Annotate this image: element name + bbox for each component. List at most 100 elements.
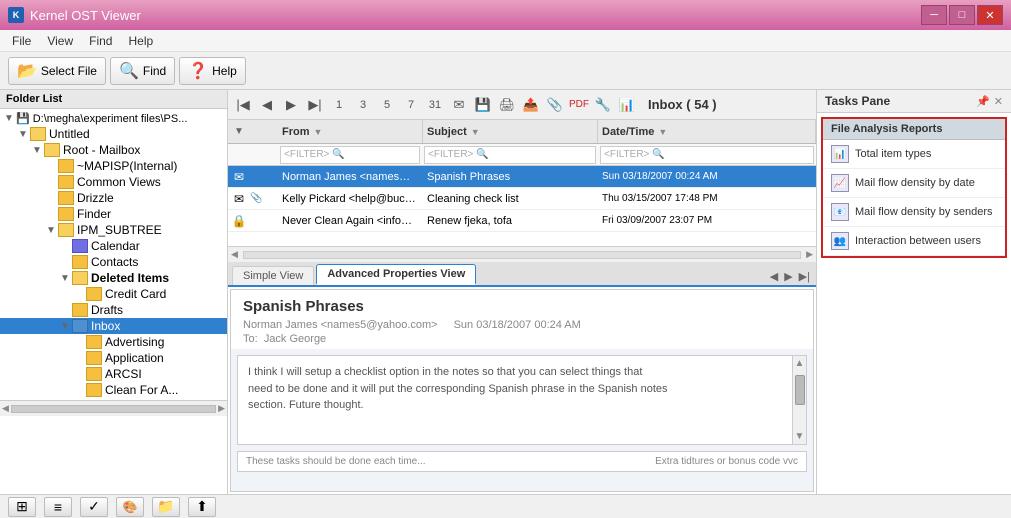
icon-btn-1[interactable]: 1 xyxy=(328,94,350,116)
folder-hscroll[interactable]: ◀ ▶ xyxy=(0,400,227,416)
icon-btn-3[interactable]: 5 xyxy=(376,94,398,116)
status-btn-4[interactable]: 🎨 xyxy=(116,497,144,517)
export-icon[interactable]: 📤 xyxy=(520,94,542,116)
tasks-item-density-senders[interactable]: 📧 Mail flow density by senders xyxy=(823,198,1005,227)
tree-item-clean-for[interactable]: Clean For A... xyxy=(0,382,227,398)
filter-subject-text: <FILTER> xyxy=(428,149,473,160)
tree-item-common-views[interactable]: Common Views xyxy=(0,174,227,190)
status-btn-1[interactable]: ⊞ xyxy=(8,497,36,517)
tree-item-mapi[interactable]: ~MAPISP(Internal) xyxy=(0,158,227,174)
status-btn-3[interactable]: ✓ xyxy=(80,497,108,517)
tree-item-root-mailbox[interactable]: ▼ Root - Mailbox xyxy=(0,142,227,158)
hscroll-bar[interactable] xyxy=(243,251,801,259)
preview-scroll-up-btn[interactable]: ▲ xyxy=(793,356,807,371)
tree-item-calendar[interactable]: Calendar xyxy=(0,238,227,254)
print-icon[interactable]: 🖨 xyxy=(496,94,518,116)
tasks-close-btn[interactable]: ✕ xyxy=(994,95,1003,108)
tasks-pin-btn[interactable]: 📌 xyxy=(976,95,990,108)
filter-from-input[interactable]: <FILTER> 🔍 xyxy=(280,146,420,164)
filter-subject-input[interactable]: <FILTER> 🔍 xyxy=(424,146,596,164)
tasks-item-interaction[interactable]: 👥 Interaction between users xyxy=(823,227,1005,256)
col-header-from[interactable]: From ▼ xyxy=(278,120,423,143)
tree-item-credit-card[interactable]: Credit Card xyxy=(0,286,227,302)
tree-item-drafts[interactable]: Drafts xyxy=(0,302,227,318)
tree-item-arcsi[interactable]: ARCSI xyxy=(0,366,227,382)
icon-btn-2[interactable]: 3 xyxy=(352,94,374,116)
filter-row: <FILTER> 🔍 <FILTER> 🔍 <FILTER> 🔍 xyxy=(228,144,816,166)
hscroll-left[interactable]: ◀ xyxy=(228,249,241,260)
find-label: Find xyxy=(143,64,166,78)
column-headers: ▼ From ▼ Subject ▼ Date/Time ▼ xyxy=(228,120,816,144)
nav-prev-btn[interactable]: ◀ xyxy=(256,94,278,116)
expander-root: ▼ xyxy=(30,145,44,156)
maximize-button[interactable]: □ xyxy=(949,5,975,25)
hscroll-right[interactable]: ▶ xyxy=(803,249,816,260)
attach-icon[interactable]: 📎 xyxy=(544,94,566,116)
email-row[interactable]: 🔒 Never Clean Again <info@n... Renew fje… xyxy=(228,210,816,232)
pdf-icon[interactable]: PDF xyxy=(568,94,590,116)
tab-nav-next[interactable]: ▶ xyxy=(782,268,794,285)
folder-icon-root xyxy=(44,143,60,157)
col-subject-dropdown[interactable]: ▼ xyxy=(471,127,480,137)
stats-icon[interactable]: 📊 xyxy=(616,94,638,116)
status-btn-6[interactable]: ⬆ xyxy=(188,497,216,517)
tree-item-untitled[interactable]: ▼ Untitled xyxy=(0,126,227,142)
nav-first-btn[interactable]: |◀ xyxy=(232,94,254,116)
menu-find[interactable]: Find xyxy=(81,32,120,50)
tree-item-finder[interactable]: Finder xyxy=(0,206,227,222)
open-email-icon[interactable]: ✉ xyxy=(448,94,470,116)
tree-item-application[interactable]: Application xyxy=(0,350,227,366)
preview-scroll-down-btn[interactable]: ▼ xyxy=(793,429,807,444)
icon-btn-5[interactable]: 31 xyxy=(424,94,446,116)
nav-last-btn[interactable]: ▶| xyxy=(304,94,326,116)
filter-subject-icon[interactable]: 🔍 xyxy=(476,149,488,160)
filter-from-icon[interactable]: 🔍 xyxy=(332,149,344,160)
scroll-right-btn[interactable]: ▶ xyxy=(218,403,225,414)
tree-item-inbox[interactable]: ▼ Inbox xyxy=(0,318,227,334)
icon-btn-4[interactable]: 7 xyxy=(400,94,422,116)
tab-nav-end[interactable]: ▶| xyxy=(797,268,812,285)
tree-item-contacts[interactable]: Contacts xyxy=(0,254,227,270)
save-icon[interactable]: 💾 xyxy=(472,94,494,116)
tab-advanced-properties[interactable]: Advanced Properties View xyxy=(316,264,476,285)
menu-file[interactable]: File xyxy=(4,32,39,50)
tasks-item-density-date[interactable]: 📈 Mail flow density by date xyxy=(823,169,1005,198)
preview-scrollbar[interactable]: ▲ ▼ xyxy=(792,356,806,444)
col-header-subject[interactable]: Subject ▼ xyxy=(423,120,598,143)
status-btn-2[interactable]: ≡ xyxy=(44,497,72,517)
label-credit-card: Credit Card xyxy=(105,287,166,301)
hscroll-track[interactable] xyxy=(11,405,216,413)
tasks-density-date-icon: 📈 xyxy=(831,174,849,192)
col-from-dropdown[interactable]: ▼ xyxy=(314,127,323,137)
tree-item-drive[interactable]: ▼ 💾 D:\megha\experiment files\PS... xyxy=(0,111,227,126)
col-header-datetime[interactable]: Date/Time ▼ xyxy=(598,120,816,143)
tree-item-ipm[interactable]: ▼ IPM_SUBTREE xyxy=(0,222,227,238)
filter-datetime-icon[interactable]: 🔍 xyxy=(652,149,664,160)
menu-view[interactable]: View xyxy=(39,32,81,50)
label-drizzle: Drizzle xyxy=(77,191,114,205)
menu-help[interactable]: Help xyxy=(120,32,161,50)
select-file-button[interactable]: 📂 Select File xyxy=(8,57,106,85)
tab-simple-view[interactable]: Simple View xyxy=(232,266,314,285)
find-button[interactable]: 🔍 Find xyxy=(110,57,175,85)
tree-item-deleted[interactable]: ▼ Deleted Items xyxy=(0,270,227,286)
tree-item-drizzle[interactable]: Drizzle xyxy=(0,190,227,206)
nav-next-btn[interactable]: ▶ xyxy=(280,94,302,116)
col-datetime-dropdown[interactable]: ▼ xyxy=(658,127,667,137)
status-btn-5[interactable]: 📁 xyxy=(152,497,180,517)
close-button[interactable]: ✕ xyxy=(977,5,1003,25)
tree-item-advertising[interactable]: Advertising xyxy=(0,334,227,350)
tasks-item-total[interactable]: 📊 Total item types xyxy=(823,140,1005,169)
minimize-button[interactable]: ─ xyxy=(921,5,947,25)
filter-datetime-input[interactable]: <FILTER> 🔍 xyxy=(600,146,814,164)
icon-toolbar: |◀ ◀ ▶ ▶| 1 3 5 7 31 ✉ 💾 🖨 📤 📎 PDF 🔧 📊 I… xyxy=(228,90,816,120)
filter-icon[interactable]: 🔧 xyxy=(592,94,614,116)
folder-panel: Folder List ▼ 💾 D:\megha\experiment file… xyxy=(0,90,228,494)
email-list-hscroll[interactable]: ◀ ▶ xyxy=(228,246,816,262)
tab-nav-prev[interactable]: ◀ xyxy=(768,268,780,285)
help-button[interactable]: ❓ Help xyxy=(179,57,246,85)
scroll-left-btn[interactable]: ◀ xyxy=(2,403,9,414)
email-row[interactable]: ✉ Norman James <names@b... Spanish Phras… xyxy=(228,166,816,188)
preview-scroll-thumb[interactable] xyxy=(795,375,805,405)
email-row[interactable]: ✉ 📎 Kelly Pickard <help@buck... Cleaning… xyxy=(228,188,816,210)
